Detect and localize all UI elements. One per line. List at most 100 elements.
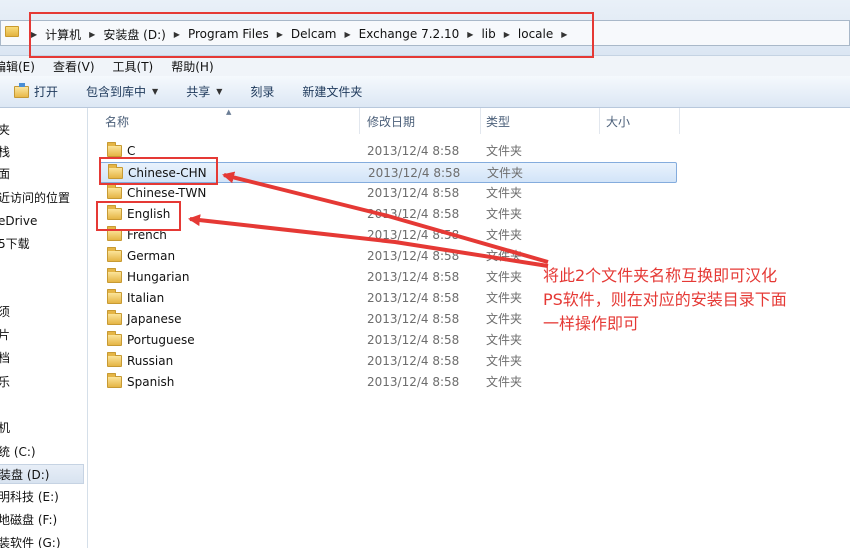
nav-item-pictures[interactable]: 片 [0,325,10,345]
address-bar[interactable]: ▶ 计算机 ▶ 安装盘 (D:) ▶ Program Files ▶ Delca… [0,20,850,46]
chevron-right-icon[interactable]: ▶ [561,30,567,39]
breadcrumb-locale[interactable]: locale [518,27,553,41]
column-divider[interactable] [359,108,360,134]
burn-button[interactable]: 刻录 [250,83,274,100]
include-in-library-button[interactable]: 包含到库中 ▼ [86,83,158,100]
folder-icon [107,373,122,388]
folder-icon [107,205,122,220]
file-type: 文件夹 [486,291,523,305]
file-date: 2013/12/4 8:58 [367,144,460,158]
file-type: 文件夹 [486,249,523,263]
nav-item-drive-d[interactable]: 装盘 (D:) [0,464,84,484]
breadcrumb-delcam[interactable]: Delcam [291,27,337,41]
file-name: Spanish [127,375,175,389]
nav-item-recent-places[interactable]: 近访问的位置 [0,188,70,208]
share-button[interactable]: 共享 ▼ [186,83,222,100]
column-header-name[interactable]: 名称 [99,108,359,134]
folder-icon [107,352,122,367]
annotation-line: PS软件，则在对应的安装目录下面 [543,290,787,309]
nav-item-drive-e[interactable]: 明科技 (E:) [0,487,59,507]
breadcrumb-program-files[interactable]: Program Files [188,27,269,41]
file-date: 2013/12/4 8:58 [367,312,460,326]
column-header-size[interactable]: 大小 [600,108,678,134]
list-item[interactable]: French 2013/12/4 8:58 文件夹 [99,225,677,246]
chevron-right-icon[interactable]: ▶ [467,30,473,39]
nav-item[interactable]: 夹 [0,120,10,140]
menu-edit[interactable]: 编辑(E) [0,58,35,75]
nav-item[interactable]: 栈 [0,142,10,162]
breadcrumb-computer[interactable]: 计算机 [45,26,81,43]
open-label: 打开 [34,85,59,99]
chevron-right-icon[interactable]: ▶ [504,30,510,39]
folder-icon [107,331,122,346]
chevron-right-icon[interactable]: ▶ [174,30,180,39]
file-name: Chinese-TWN [127,186,207,200]
folder-icon [107,289,122,304]
address-bar-area: ▶ 计算机 ▶ 安装盘 (D:) ▶ Program Files ▶ Delca… [0,0,850,56]
annotation-line: 将此2个文件夹名称互换即可汉化 [543,266,778,285]
file-type: 文件夹 [486,354,523,368]
open-button[interactable]: 打开 [14,82,59,100]
file-name: Japanese [127,312,182,326]
nav-item-drive-c[interactable]: 统 (C:) [0,442,36,462]
open-folder-icon [14,82,29,98]
file-type: 文件夹 [486,333,523,347]
chevron-right-icon[interactable]: ▶ [277,30,283,39]
file-date: 2013/12/4 8:58 [367,207,460,221]
list-item[interactable]: Spanish 2013/12/4 8:58 文件夹 [99,372,677,393]
file-name: Italian [127,291,165,305]
nav-item[interactable]: 面 [0,164,10,184]
list-item[interactable]: Chinese-TWN 2013/12/4 8:58 文件夹 [99,183,677,204]
list-item[interactable]: C 2013/12/4 8:58 文件夹 [99,141,677,162]
burn-label: 刻录 [250,85,275,99]
command-bar: 打开 包含到库中 ▼ 共享 ▼ 刻录 新建文件夹 [0,76,850,108]
menu-bar: 编辑(E) 查看(V) 工具(T) 帮助(H) [0,56,850,76]
folder-icon [107,184,122,199]
column-header-type[interactable]: 类型 [480,108,598,134]
file-date: 2013/12/4 8:58 [367,249,460,263]
chevron-right-icon[interactable]: ▶ [345,30,351,39]
file-date: 2013/12/4 8:58 [367,375,460,389]
list-item[interactable]: Russian 2013/12/4 8:58 文件夹 [99,351,677,372]
folder-icon [108,164,123,179]
file-name: French [127,228,167,242]
include-label: 包含到库中 [86,85,147,99]
breadcrumb-exchange[interactable]: Exchange 7.2.10 [359,27,460,41]
menu-view[interactable]: 查看(V) [53,58,95,75]
nav-item-drive-g[interactable]: 装软件 (G:) [0,533,61,548]
file-type: 文件夹 [486,312,523,326]
menu-help[interactable]: 帮助(H) [171,58,213,75]
nav-item-computer[interactable]: 机 [0,418,10,438]
list-item[interactable]: English 2013/12/4 8:58 文件夹 [99,204,677,225]
folder-icon [107,268,122,283]
breadcrumb-drive-d[interactable]: 安装盘 (D:) [103,26,165,43]
folder-icon [107,310,122,325]
file-type: 文件夹 [486,186,523,200]
explorer-window: ▶ 计算机 ▶ 安装盘 (D:) ▶ Program Files ▶ Delca… [0,0,850,548]
file-type: 文件夹 [486,270,523,284]
nav-item-videos[interactable]: 须 [0,302,10,322]
file-type: 文件夹 [486,228,523,242]
column-header-date[interactable]: 修改日期 [361,108,479,134]
file-type: 文件夹 [487,166,524,180]
file-name: Russian [127,354,174,368]
column-divider[interactable] [679,108,680,134]
nav-item-onedrive[interactable]: eDrive [0,211,37,231]
menu-tools[interactable]: 工具(T) [113,58,154,75]
file-name: German [127,249,176,263]
annotation-text: 将此2个文件夹名称互换即可汉化 PS软件，则在对应的安装目录下面 一样操作即可 [543,264,843,336]
nav-item-drive-f[interactable]: 地磁盘 (F:) [0,510,57,530]
folder-icon [107,142,122,157]
breadcrumb-lib[interactable]: lib [481,27,495,41]
nav-item-downloads[interactable]: 5下载 [0,234,30,254]
file-name: Chinese-CHN [128,166,207,180]
chevron-right-icon[interactable]: ▶ [89,30,95,39]
nav-item-music[interactable]: 乐 [0,372,10,392]
dropdown-arrow-icon: ▼ [152,87,159,96]
new-folder-button[interactable]: 新建文件夹 [302,83,362,100]
chevron-right-icon[interactable]: ▶ [31,30,37,39]
list-item[interactable]: Chinese-CHN 2013/12/4 8:58 文件夹 [99,162,677,183]
new-folder-label: 新建文件夹 [302,85,363,99]
nav-item-documents[interactable]: 档 [0,348,10,368]
file-date: 2013/12/4 8:58 [367,354,460,368]
